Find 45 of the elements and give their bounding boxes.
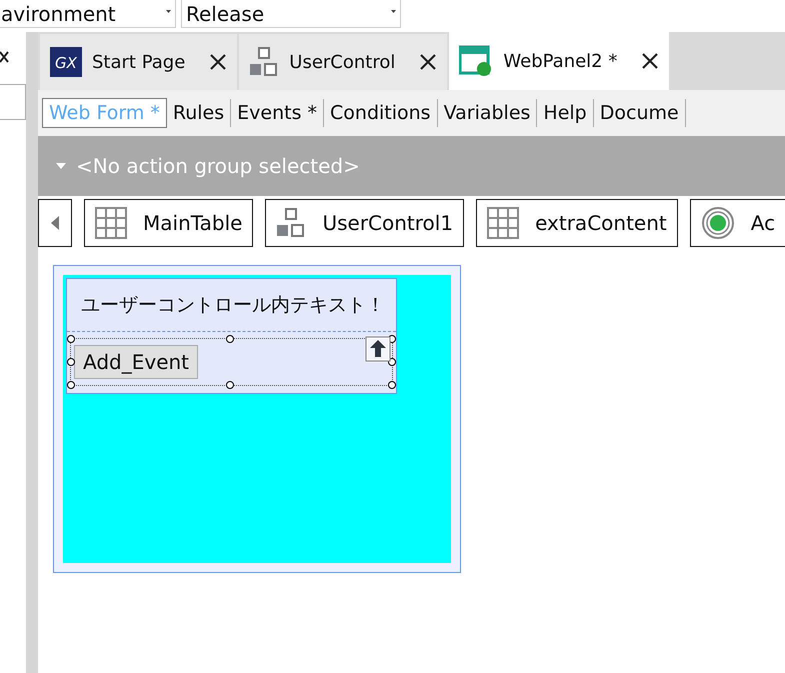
tab-label: Start Page xyxy=(92,52,186,72)
control-breadcrumb[interactable]: MainTable xyxy=(84,199,254,247)
editor-tab[interactable]: Conditions xyxy=(324,99,438,127)
editor-tab[interactable]: Variables xyxy=(438,99,538,127)
editor-tab[interactable]: Events * xyxy=(231,99,324,127)
tab-label: UserControl xyxy=(289,52,396,72)
document-tab[interactable]: WebPanel2 * xyxy=(449,32,670,90)
document-tab[interactable]: UserControl xyxy=(239,34,448,90)
environment-dropdown[interactable]: avironment xyxy=(0,0,176,28)
close-icon[interactable] xyxy=(0,50,10,64)
close-icon[interactable] xyxy=(209,53,228,71)
grid-icon xyxy=(487,207,520,239)
close-icon[interactable] xyxy=(641,52,660,70)
input-field[interactable] xyxy=(0,84,26,120)
web-panel-icon xyxy=(459,45,494,77)
gx-logo-text: GX xyxy=(55,54,77,72)
user-control[interactable]: ユーザーコントロール内テキスト！ Add_Event xyxy=(66,278,397,394)
resize-handle[interactable] xyxy=(67,335,75,343)
configuration-dropdown[interactable]: Release xyxy=(181,0,401,28)
scroll-left-button[interactable] xyxy=(38,199,72,247)
resize-handle[interactable] xyxy=(388,381,396,389)
editor-tab[interactable]: Help xyxy=(537,99,594,127)
editor-tab[interactable]: Rules xyxy=(166,99,232,127)
control-breadcrumb[interactable]: extraContent xyxy=(476,199,678,247)
resize-handle[interactable] xyxy=(226,335,234,343)
caret-icon xyxy=(56,163,66,169)
grid-icon xyxy=(95,207,127,239)
editor-tab[interactable]: Docume xyxy=(594,99,686,127)
radio-icon xyxy=(700,206,735,240)
blocks-icon xyxy=(276,208,306,238)
caret-icon xyxy=(51,216,59,230)
caret-icon xyxy=(166,10,171,13)
close-icon[interactable] xyxy=(419,53,438,71)
add-event-button[interactable]: Add_Event xyxy=(74,345,198,379)
resize-handle[interactable] xyxy=(226,381,234,389)
control-breadcrumb[interactable]: UserControl1 xyxy=(265,199,464,247)
caret-icon xyxy=(391,10,396,13)
tab-label: WebPanel2 * xyxy=(503,50,618,72)
blocks-icon xyxy=(249,47,280,77)
document-tab[interactable]: GX Start Page xyxy=(40,34,238,90)
control-breadcrumb[interactable]: Ac xyxy=(690,199,785,247)
resize-handle[interactable] xyxy=(67,381,75,389)
user-control-text: ユーザーコントロール内テキスト！ xyxy=(81,293,385,318)
resize-handle[interactable] xyxy=(67,358,75,366)
action-group-label: <No action group selected> xyxy=(76,154,360,178)
